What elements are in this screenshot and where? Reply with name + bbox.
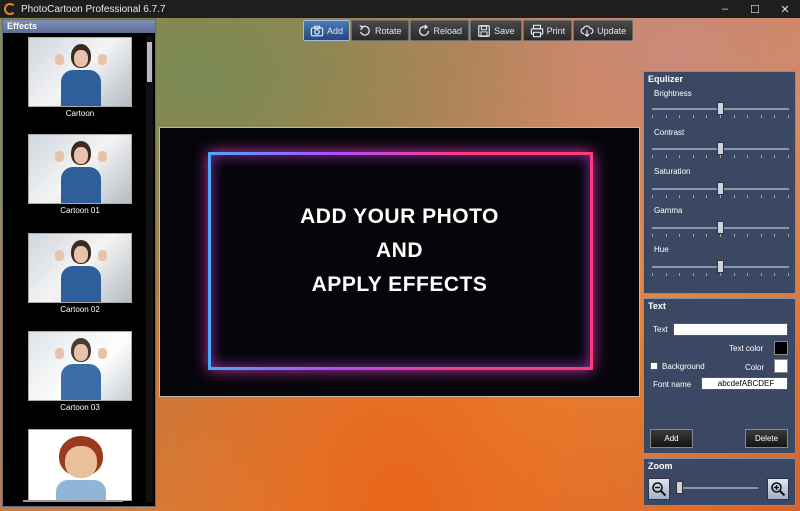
effects-title: Effects xyxy=(3,20,155,33)
effect-item-cartoon-04[interactable] xyxy=(28,429,132,503)
print-label: Print xyxy=(546,25,566,36)
add-text-button[interactable]: Add xyxy=(650,429,693,448)
gamma-slider[interactable] xyxy=(652,221,789,234)
text-panel-title: Text xyxy=(648,301,666,311)
effect-thumbnail xyxy=(28,37,132,107)
rotate-label: Rotate xyxy=(375,25,402,36)
brightness-slider-thumb[interactable] xyxy=(717,102,724,115)
text-color-swatch[interactable] xyxy=(774,341,788,355)
effect-label: Cartoon 02 xyxy=(60,305,100,314)
rotate-icon xyxy=(359,24,370,36)
effect-thumbnail xyxy=(28,331,132,401)
preview-line-3: APPLY EFFECTS xyxy=(311,273,488,296)
camera-icon xyxy=(310,25,324,36)
reload-label: Reload xyxy=(433,25,463,36)
hue-slider-thumb[interactable] xyxy=(717,260,724,273)
saturation-slider-thumb[interactable] xyxy=(717,182,724,195)
font-name-field[interactable]: abcdefABCDEF xyxy=(701,377,788,390)
text-input[interactable] xyxy=(673,323,788,336)
add-label: Add xyxy=(327,25,344,36)
effects-list: Cartoon Cartoon 01 Cartoon 02 Cartoon 03 xyxy=(3,33,146,503)
preview-line-1: ADD YOUR PHOTO xyxy=(300,205,499,228)
window-title: PhotoCartoon Professional 6.7.7 xyxy=(21,3,166,15)
saturation-slider[interactable] xyxy=(652,182,789,195)
effect-label: Cartoon 01 xyxy=(60,206,100,215)
gamma-slider-thumb[interactable] xyxy=(717,221,724,234)
window-controls: – ☐ ✕ xyxy=(710,0,800,18)
save-label: Save xyxy=(494,25,515,36)
hue-slider[interactable] xyxy=(652,260,789,273)
close-button[interactable]: ✕ xyxy=(770,0,800,18)
text-color-label: Text color xyxy=(729,344,764,353)
save-button[interactable]: Save xyxy=(470,20,522,41)
reload-button[interactable]: Reload xyxy=(409,20,470,41)
zoom-out-button[interactable] xyxy=(648,478,670,500)
contrast-slider[interactable] xyxy=(652,142,789,155)
effect-label: Cartoon xyxy=(65,109,95,118)
hue-label: Hue xyxy=(654,245,669,254)
background-label: Background xyxy=(662,362,705,371)
print-button[interactable]: Print xyxy=(522,20,573,41)
slider-ticks xyxy=(652,234,789,237)
font-name-label: Font name xyxy=(653,380,692,389)
effect-thumbnail xyxy=(28,134,132,204)
printer-icon xyxy=(530,24,543,37)
effect-item-cartoon-02[interactable]: Cartoon 02 xyxy=(28,233,132,314)
preview-line-2: AND xyxy=(376,239,423,262)
zoom-title: Zoom xyxy=(648,461,673,471)
title-bar: PhotoCartoon Professional 6.7.7 – ☐ ✕ xyxy=(0,0,800,18)
zoom-slider-thumb[interactable] xyxy=(676,481,683,494)
zoom-in-button[interactable] xyxy=(767,478,789,500)
neon-frame-gap xyxy=(478,343,502,355)
brightness-slider[interactable] xyxy=(652,102,789,115)
zoom-panel: Zoom xyxy=(643,458,796,506)
floppy-icon xyxy=(478,24,490,37)
reload-icon xyxy=(418,23,429,36)
effect-item-cartoon[interactable]: Cartoon xyxy=(28,37,132,118)
contrast-slider-thumb[interactable] xyxy=(717,142,724,155)
effect-item-cartoon-01[interactable]: Cartoon 01 xyxy=(28,134,132,215)
text-field-label: Text xyxy=(653,325,668,334)
effect-item-cartoon-03[interactable]: Cartoon 03 xyxy=(28,331,132,412)
brightness-label: Brightness xyxy=(654,89,692,98)
slider-ticks xyxy=(652,155,789,158)
zoom-in-icon xyxy=(771,482,786,497)
rotate-button[interactable]: Rotate xyxy=(351,20,409,41)
effect-thumbnail xyxy=(28,429,132,501)
gamma-label: Gamma xyxy=(654,206,683,215)
effects-scrollbar[interactable] xyxy=(146,36,153,502)
slider-ticks xyxy=(652,115,789,118)
effect-label: Cartoon 03 xyxy=(60,403,100,412)
equalizer-panel: Equlizer Brightness Contrast Saturation … xyxy=(643,71,796,294)
effect-thumbnail xyxy=(28,233,132,303)
toolbar: Add Rotate Reload Save Print Update xyxy=(303,20,634,41)
maximize-button[interactable]: ☐ xyxy=(740,0,770,18)
slider-ticks xyxy=(652,195,789,198)
background-checkbox[interactable] xyxy=(650,362,658,370)
bg-color-label: Color xyxy=(745,363,765,372)
add-button[interactable]: Add xyxy=(303,20,351,41)
photo-preview[interactable]: ADD YOUR PHOTO AND APPLY EFFECTS xyxy=(159,127,640,397)
update-button[interactable]: Update xyxy=(573,20,634,41)
update-label: Update xyxy=(597,25,627,36)
minimize-button[interactable]: – xyxy=(710,0,740,18)
saturation-label: Saturation xyxy=(654,167,691,176)
effects-horizontal-scrollbar[interactable] xyxy=(23,500,123,502)
slider-ticks xyxy=(652,273,789,276)
scrollbar-thumb[interactable] xyxy=(147,42,152,82)
equalizer-title: Equlizer xyxy=(648,74,684,84)
text-panel: Text Text Text color Background Color Fo… xyxy=(643,298,796,454)
delete-text-button[interactable]: Delete xyxy=(745,429,788,448)
cloud-download-icon xyxy=(580,25,594,37)
effects-panel: Effects Cartoon Cartoon 01 Cartoon 02 Ca… xyxy=(2,19,156,507)
background-color-swatch[interactable] xyxy=(774,359,788,373)
contrast-label: Contrast xyxy=(654,128,685,137)
zoom-out-icon xyxy=(652,482,667,497)
app-logo-icon xyxy=(4,3,16,15)
zoom-slider[interactable] xyxy=(676,481,758,494)
